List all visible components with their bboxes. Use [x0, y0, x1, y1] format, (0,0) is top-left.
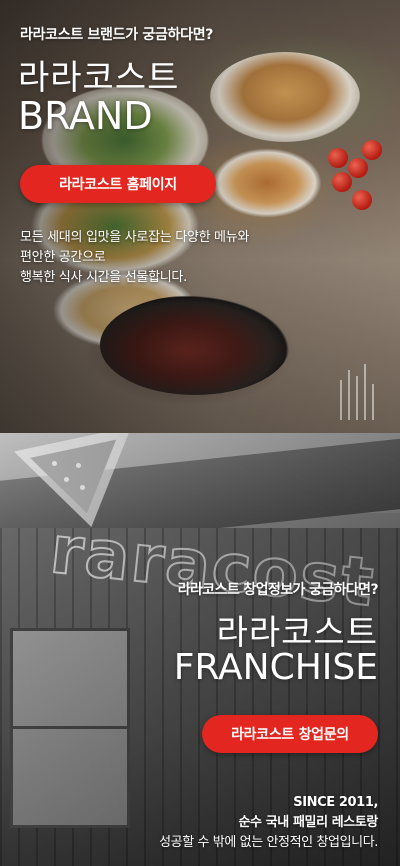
brand-description: 모든 세대의 입맛을 사로잡는 다양한 메뉴와 편안한 공간으로 행복한 식사 …	[20, 228, 249, 288]
franchise-description-line: 성공할 수 밖에 없는 안정적인 창업입니다.	[159, 835, 378, 850]
brand-title-english: BRAND	[18, 94, 153, 138]
franchise-title-english: FRANCHISE	[173, 647, 378, 688]
franchise-section: raracost 라라코스트 창업정보가 궁금하다면? 라라코스트 FRANCH…	[0, 433, 400, 866]
franchise-inquiry-button[interactable]: 라라코스트 창업문의	[202, 715, 378, 753]
brand-description-line: 행복한 식사 시간을 선물합니다.	[20, 270, 187, 285]
homepage-button[interactable]: 라라코스트 홈페이지	[20, 165, 216, 203]
franchise-question: 라라코스트 창업정보가 궁금하다면?	[177, 582, 379, 598]
franchise-description-line: 순수 국내 패밀리 레스토랑	[238, 815, 378, 830]
franchise-description-line: SINCE 2011,	[293, 795, 378, 810]
brand-description-line: 편안한 공간으로	[20, 250, 106, 265]
franchise-description: SINCE 2011, 순수 국내 패밀리 레스토랑 성공할 수 밖에 없는 안…	[159, 793, 378, 853]
brand-description-line: 모든 세대의 입맛을 사로잡는 다양한 메뉴와	[20, 230, 250, 245]
brand-title-korean: 라라코스트	[18, 58, 180, 98]
brand-section: 라라코스트 브랜드가 궁금하다면? 라라코스트 BRAND 라라코스트 홈페이지…	[0, 0, 400, 433]
brand-question: 라라코스트 브랜드가 궁금하다면?	[20, 27, 214, 43]
